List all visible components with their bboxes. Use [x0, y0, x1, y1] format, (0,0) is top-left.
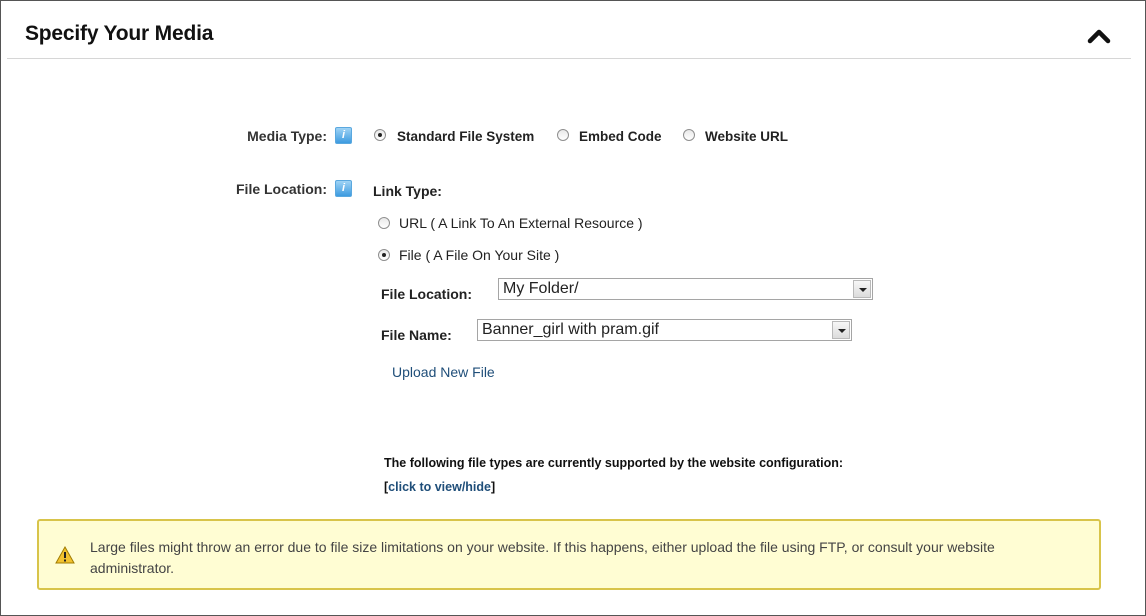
chevron-down-icon[interactable] [853, 280, 871, 298]
file-name-select[interactable]: Banner_girl with pram.gif [477, 319, 852, 341]
radio-standard-file-system[interactable] [374, 129, 386, 141]
radio-label-link-type-url[interactable]: URL ( A Link To An External Resource ) [399, 215, 643, 231]
radio-label-embed-code[interactable]: Embed Code [579, 129, 662, 144]
help-icon[interactable]: i [335, 127, 352, 144]
folder-label: File Location: [381, 286, 472, 302]
file-types-toggle-line: [click to view/hide] [384, 480, 495, 494]
chevron-down-icon[interactable] [832, 321, 850, 339]
folder-select-value: My Folder/ [503, 280, 579, 297]
radio-label-website-url[interactable]: Website URL [705, 129, 788, 144]
radio-link-type-file[interactable] [378, 249, 390, 261]
file-name-select-value: Banner_girl with pram.gif [482, 321, 659, 338]
file-types-notice: The following file types are currently s… [384, 456, 844, 470]
media-type-label: Media Type: [247, 128, 327, 144]
page-title: Specify Your Media [25, 22, 214, 45]
warning-message: Large files might throw an error due to … [90, 539, 995, 576]
media-panel: Specify Your Media Media Type: i Standar… [0, 0, 1146, 616]
radio-label-link-type-file[interactable]: File ( A File On Your Site ) [399, 247, 559, 263]
radio-embed-code[interactable] [557, 129, 569, 141]
warning-icon [55, 546, 75, 564]
warning-box: Large files might throw an error due to … [37, 519, 1101, 590]
file-name-label: File Name: [381, 327, 452, 343]
folder-select[interactable]: My Folder/ [498, 278, 873, 300]
close-bracket: ] [491, 480, 496, 494]
panel-header: Specify Your Media [7, 9, 1131, 59]
radio-label-standard-file-system[interactable]: Standard File System [397, 129, 534, 144]
file-location-label: File Location: [236, 181, 327, 197]
radio-website-url[interactable] [683, 129, 695, 141]
upload-new-file-link[interactable]: Upload New File [392, 364, 495, 380]
view-hide-file-types-link[interactable]: click to view/hide [388, 480, 491, 494]
help-icon[interactable]: i [335, 180, 352, 197]
radio-link-type-url[interactable] [378, 217, 390, 229]
link-type-label: Link Type: [373, 183, 442, 199]
chevron-up-icon[interactable] [1087, 27, 1111, 45]
